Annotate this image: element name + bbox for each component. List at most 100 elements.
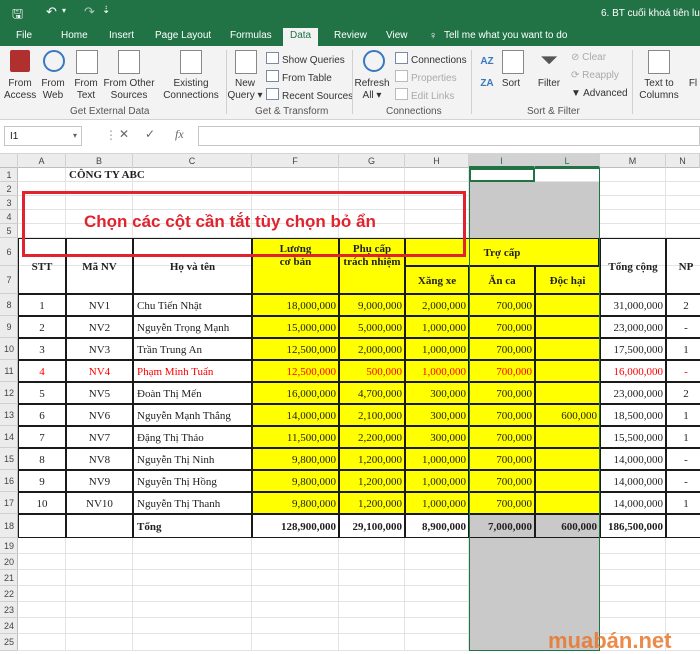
- cell-hoten[interactable]: Đặng Thị Thảo: [133, 426, 252, 448]
- total-label[interactable]: Tổng: [133, 514, 252, 538]
- column-header-f[interactable]: F: [252, 154, 339, 168]
- cell-np[interactable]: 1: [666, 426, 700, 448]
- undo-icon[interactable]: ↶: [46, 4, 57, 20]
- cell-tongcong[interactable]: 14,000,000: [600, 470, 666, 492]
- cell-xangxe[interactable]: 1,000,000: [405, 448, 469, 470]
- row-header[interactable]: 18: [0, 514, 18, 538]
- from-text-button[interactable]: From Text: [70, 78, 102, 102]
- row-header[interactable]: 2: [0, 182, 18, 196]
- column-header-b[interactable]: B: [66, 154, 133, 168]
- total-np[interactable]: [666, 514, 700, 538]
- save-icon[interactable]: 🖫: [12, 5, 23, 27]
- clear-button[interactable]: ⊘ Clear: [571, 52, 606, 63]
- header-tongcong[interactable]: Tổng cộng: [600, 238, 666, 294]
- cell-luong[interactable]: 9,800,000: [252, 470, 339, 492]
- show-queries-button[interactable]: Show Queries: [266, 52, 345, 66]
- cell-manv[interactable]: NV1: [66, 294, 133, 316]
- cell-stt[interactable]: 2: [18, 316, 66, 338]
- sort-button[interactable]: Sort: [497, 78, 525, 90]
- row-header[interactable]: 10: [0, 338, 18, 360]
- cell-manv[interactable]: NV7: [66, 426, 133, 448]
- header-np[interactable]: NP: [666, 238, 700, 294]
- cell-luong[interactable]: 18,000,000: [252, 294, 339, 316]
- cell-manv[interactable]: NV10: [66, 492, 133, 514]
- cell-stt[interactable]: 6: [18, 404, 66, 426]
- cell-tongcong[interactable]: 16,000,000: [600, 360, 666, 382]
- cell-np[interactable]: -: [666, 470, 700, 492]
- cell-luong[interactable]: 9,800,000: [252, 448, 339, 470]
- cell-xangxe[interactable]: 1,000,000: [405, 360, 469, 382]
- cell-hoten[interactable]: Nguyễn Thị Hồng: [133, 470, 252, 492]
- column-header-n[interactable]: N: [666, 154, 700, 168]
- flash-fill-button[interactable]: Fl: [686, 78, 700, 90]
- cell-hoten[interactable]: Chu Tiến Nhật: [133, 294, 252, 316]
- total-tongcong[interactable]: 186,500,000: [600, 514, 666, 538]
- enter-icon[interactable]: ✓: [145, 127, 155, 141]
- cell-phucap[interactable]: 4,700,000: [339, 382, 405, 404]
- cell-tongcong[interactable]: 23,000,000: [600, 382, 666, 404]
- cell-luong[interactable]: 14,000,000: [252, 404, 339, 426]
- tab-page-layout[interactable]: Page Layout: [155, 30, 211, 41]
- cell-phucap[interactable]: 2,100,000: [339, 404, 405, 426]
- cell-stt[interactable]: 1: [18, 294, 66, 316]
- tab-insert[interactable]: Insert: [109, 30, 134, 41]
- customize-toolbar-icon[interactable]: ⇣: [102, 5, 110, 16]
- from-access-button[interactable]: From Access: [4, 78, 36, 102]
- row-header[interactable]: 19: [0, 538, 18, 554]
- cell-xangxe[interactable]: 300,000: [405, 382, 469, 404]
- cell-tongcong[interactable]: 31,000,000: [600, 294, 666, 316]
- advanced-button[interactable]: ▼ Advanced: [571, 88, 628, 99]
- row-header[interactable]: 17: [0, 492, 18, 514]
- cancel-icon[interactable]: ✕: [119, 127, 129, 141]
- row-header[interactable]: 13: [0, 404, 18, 426]
- select-all-corner[interactable]: [0, 154, 18, 168]
- redo-icon[interactable]: ↷: [84, 4, 95, 20]
- cell-np[interactable]: 1: [666, 404, 700, 426]
- cell-manv[interactable]: NV3: [66, 338, 133, 360]
- column-header-i[interactable]: I: [469, 154, 535, 168]
- text-to-columns-button[interactable]: Text to Columns: [636, 78, 682, 102]
- cell-hoten[interactable]: Nguyễn Thị Thanh: [133, 492, 252, 514]
- cell-xangxe[interactable]: 1,000,000: [405, 470, 469, 492]
- cell-manv[interactable]: NV6: [66, 404, 133, 426]
- cell-manv[interactable]: NV8: [66, 448, 133, 470]
- cell-stt[interactable]: 9: [18, 470, 66, 492]
- row-header[interactable]: 3: [0, 196, 18, 210]
- cell-phucap[interactable]: 1,200,000: [339, 448, 405, 470]
- tab-data[interactable]: Data: [283, 28, 319, 46]
- total-luong[interactable]: 128,900,000: [252, 514, 339, 538]
- filter-button[interactable]: Filter: [532, 78, 566, 90]
- row-header[interactable]: 22: [0, 586, 18, 602]
- fx-icon[interactable]: fx: [175, 127, 184, 142]
- cell-tongcong[interactable]: 18,500,000: [600, 404, 666, 426]
- tab-view[interactable]: View: [386, 30, 408, 41]
- tab-formulas[interactable]: Formulas: [230, 30, 272, 41]
- total-blank-a[interactable]: [18, 514, 66, 538]
- reapply-button[interactable]: ⟳ Reapply: [571, 70, 619, 81]
- column-header-g[interactable]: G: [339, 154, 405, 168]
- column-header-h[interactable]: H: [405, 154, 469, 168]
- cell-np[interactable]: -: [666, 448, 700, 470]
- cell-luong[interactable]: 12,500,000: [252, 360, 339, 382]
- new-query-button[interactable]: New Query ▾: [227, 78, 263, 102]
- existing-connections-button[interactable]: Existing Connections: [160, 78, 222, 102]
- cell-phucap[interactable]: 5,000,000: [339, 316, 405, 338]
- cell-hoten[interactable]: Trần Trung An: [133, 338, 252, 360]
- cell-phucap[interactable]: 1,200,000: [339, 470, 405, 492]
- row-header[interactable]: 6: [0, 238, 18, 266]
- row-header[interactable]: 5: [0, 224, 18, 238]
- row-header[interactable]: 9: [0, 316, 18, 338]
- row-header[interactable]: 7: [0, 266, 18, 294]
- cell-tongcong[interactable]: 14,000,000: [600, 492, 666, 514]
- cell-hoten[interactable]: Nguyễn Trọng Mạnh: [133, 316, 252, 338]
- sort-za-icon[interactable]: ZA: [478, 78, 496, 90]
- row-header[interactable]: 25: [0, 634, 18, 651]
- cell-tongcong[interactable]: 15,500,000: [600, 426, 666, 448]
- tell-me-search[interactable]: Tell me what you want to do: [444, 30, 567, 41]
- row-header[interactable]: 15: [0, 448, 18, 470]
- cell-phucap[interactable]: 9,000,000: [339, 294, 405, 316]
- cell-np[interactable]: -: [666, 360, 700, 382]
- recent-sources-button[interactable]: Recent Sources: [266, 88, 353, 102]
- refresh-all-button[interactable]: Refresh All ▾: [353, 78, 391, 102]
- company-name-cell[interactable]: CÔNG TY ABC: [66, 168, 233, 182]
